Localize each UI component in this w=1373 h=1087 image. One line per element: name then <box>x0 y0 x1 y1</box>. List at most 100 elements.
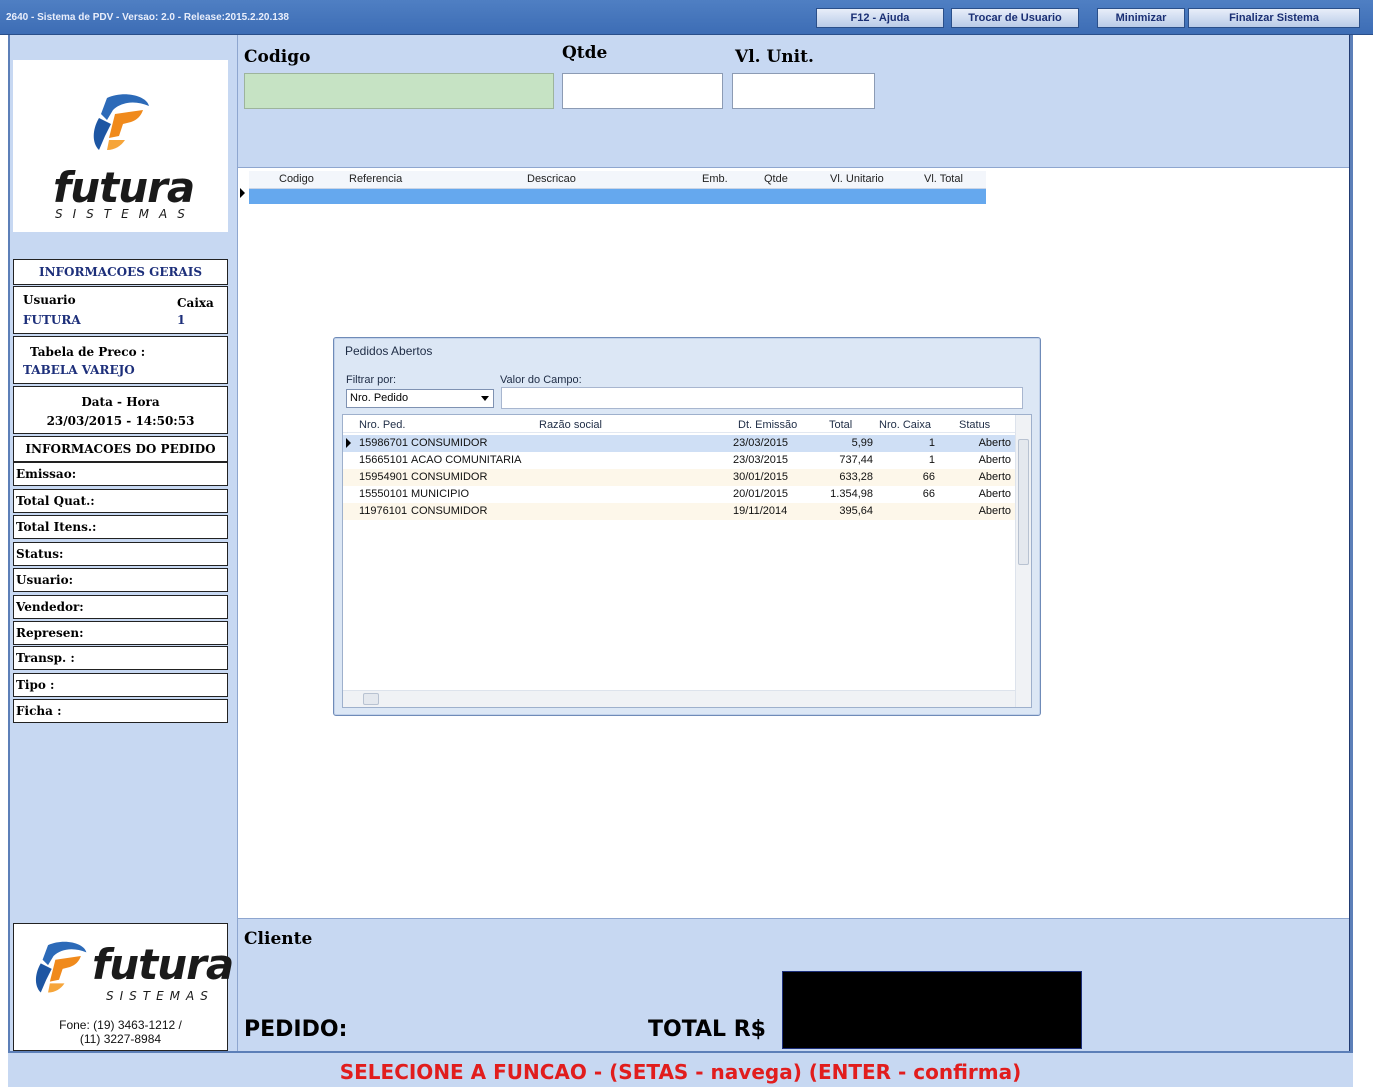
item-entry-area: Codigo Qtde Vl. Unit. <box>237 35 1349 167</box>
datetime-box: Data - Hora 23/03/2015 - 14:50:53 <box>13 386 228 434</box>
scroll-thumb[interactable] <box>1018 439 1029 565</box>
field-status: Status: <box>13 542 228 566</box>
status-bar: SELECIONE A FUNCAO - (SETAS - navega) (E… <box>8 1051 1353 1087</box>
codigo-label: Codigo <box>244 47 311 67</box>
grid-col-vl-total[interactable]: Vl. Total <box>924 173 963 185</box>
exit-system-button[interactable]: Finalizar Sistema <box>1188 8 1360 28</box>
col-nro-caixa[interactable]: Nro. Caixa <box>879 419 931 431</box>
datetime-value: 23/03/2015 - 14:50:53 <box>46 414 195 428</box>
field-total-itens: Total Itens.: <box>13 515 228 539</box>
general-info-header: INFORMACOES GERAIS <box>13 259 228 285</box>
phone-line-2: (11) 3227-8984 <box>79 1032 162 1046</box>
field-represen: Represen: <box>13 621 228 645</box>
brand-name: futura <box>53 163 195 212</box>
user-value: FUTURA <box>23 313 81 327</box>
caixa-label: Caixa <box>177 296 214 310</box>
cell-nro: 15665101 <box>359 454 408 466</box>
cell-data: 19/11/2014 <box>733 505 788 517</box>
grid-col-codigo[interactable]: Codigo <box>279 173 314 185</box>
chevron-down-icon <box>481 396 489 401</box>
cell-caixa: 66 <box>922 488 935 500</box>
cell-nro: 15954901 <box>359 471 408 483</box>
status-message: SELECIONE A FUNCAO - (SETAS - navega) (E… <box>339 1060 1022 1084</box>
field-value-label: Valor do Campo: <box>500 374 582 386</box>
price-table-value: TABELA VAREJO <box>23 363 135 377</box>
field-total-quat: Total Quat.: <box>13 489 228 513</box>
field-ficha: Ficha : <box>13 699 228 723</box>
list-item[interactable]: 11976101 CONSUMIDOR 19/11/2014 395,64 Ab… <box>343 503 1015 520</box>
field-value-input[interactable] <box>501 387 1023 409</box>
window-title: 2640 - Sistema de PDV - Versao: 2.0 - Re… <box>6 12 289 23</box>
vl-unit-input[interactable] <box>732 73 875 109</box>
horizontal-scrollbar[interactable] <box>343 690 1015 707</box>
codigo-input[interactable] <box>244 73 554 109</box>
cell-data: 30/01/2015 <box>733 471 789 483</box>
field-vendedor: Vendedor: <box>13 595 228 619</box>
cell-razao: CONSUMIDOR <box>411 505 488 517</box>
filter-select[interactable]: Nro. Pedido <box>346 389 494 408</box>
list-item[interactable]: 15665101 ACAO COMUNITARIA 23/03/2015 737… <box>343 452 1015 469</box>
cliente-label: Cliente <box>244 929 313 949</box>
item-grid-header: Codigo Referencia Descricao Emb. Qtde Vl… <box>249 171 986 189</box>
qtde-input[interactable] <box>562 73 723 109</box>
col-razao-social[interactable]: Razão social <box>539 419 602 431</box>
user-caixa-box: Usuario FUTURA Caixa 1 <box>13 286 228 334</box>
cell-caixa: 1 <box>928 437 935 449</box>
cell-status: Aberto <box>978 437 1011 449</box>
price-table-box: Tabela de Preco : TABELA VAREJO <box>13 336 228 384</box>
vertical-scrollbar[interactable] <box>1015 415 1031 707</box>
cell-status: Aberto <box>978 505 1011 517</box>
brand-sub: SISTEMAS <box>55 207 195 221</box>
col-status[interactable]: Status <box>959 419 990 431</box>
qtde-label: Qtde <box>562 43 608 63</box>
minimize-button[interactable]: Minimizar <box>1097 8 1185 28</box>
switch-user-button[interactable]: Trocar de Usuario <box>951 8 1079 28</box>
window-border-right <box>1349 35 1353 1051</box>
col-dt-emissao[interactable]: Dt. Emissão <box>738 419 797 431</box>
futura-logo-icon <box>93 94 149 150</box>
col-total[interactable]: Total <box>829 419 852 431</box>
grid-col-emb[interactable]: Emb. <box>702 173 728 185</box>
filter-select-value: Nro. Pedido <box>350 392 409 404</box>
list-item[interactable]: 15954901 CONSUMIDOR 30/01/2015 633,28 66… <box>343 469 1015 486</box>
cell-razao: MUNICIPIO <box>411 488 470 500</box>
bottom-brand-sub: SISTEMAS <box>106 989 214 1003</box>
grid-col-qtde[interactable]: Qtde <box>764 173 788 185</box>
price-table-label: Tabela de Preco : <box>30 345 146 359</box>
help-button[interactable]: F12 - Ajuda <box>816 8 944 28</box>
row-pointer-icon <box>346 438 351 448</box>
cell-total: 395,64 <box>839 505 873 517</box>
cell-caixa: 66 <box>922 471 935 483</box>
caixa-value: 1 <box>177 313 186 327</box>
bottom-logo-box: futura SISTEMAS Fone: (19) 3463-1212 / (… <box>13 923 234 1051</box>
grid-col-descricao[interactable]: Descricao <box>527 173 576 185</box>
selected-grid-row[interactable] <box>249 189 986 204</box>
order-summary-area: Cliente PEDIDO: TOTAL R$ <box>237 918 1349 1051</box>
hscroll-thumb[interactable] <box>363 693 379 705</box>
cell-razao: ACAO COMUNITARIA <box>411 454 522 466</box>
orders-list[interactable]: Nro. Ped. Razão social Dt. Emissão Total… <box>342 414 1032 708</box>
user-label: Usuario <box>23 293 76 307</box>
list-item[interactable]: 15550101 MUNICIPIO 20/01/2015 1.354,98 6… <box>343 486 1015 503</box>
general-info-title: INFORMACOES GERAIS <box>38 265 203 279</box>
phone-line-1: Fone: (19) 3463-1212 / <box>59 1018 182 1032</box>
grid-col-referencia[interactable]: Referencia <box>349 173 402 185</box>
cell-status: Aberto <box>978 454 1011 466</box>
row-pointer-icon <box>240 188 245 198</box>
col-nro-ped[interactable]: Nro. Ped. <box>359 419 405 431</box>
title-bar: 2640 - Sistema de PDV - Versao: 2.0 - Re… <box>0 0 1373 35</box>
total-display <box>782 971 1082 1049</box>
cell-data: 23/03/2015 <box>733 454 789 466</box>
cell-data: 20/01/2015 <box>733 488 789 500</box>
order-info-title: INFORMACOES DO PEDIDO <box>25 442 216 456</box>
list-item[interactable]: 15986701 CONSUMIDOR 23/03/2015 5,99 1 Ab… <box>343 435 1015 452</box>
cell-total: 5,99 <box>851 437 873 449</box>
total-label: TOTAL R$ <box>648 1017 766 1042</box>
dialog-title: Pedidos Abertos <box>345 344 433 358</box>
grid-col-vl-unitario[interactable]: Vl. Unitario <box>830 173 884 185</box>
company-logo: futura SISTEMAS <box>13 60 228 232</box>
cell-razao: CONSUMIDOR <box>411 471 488 483</box>
cell-total: 737,44 <box>839 454 873 466</box>
field-usuario: Usuario: <box>13 568 228 592</box>
cell-total: 1.354,98 <box>830 488 873 500</box>
